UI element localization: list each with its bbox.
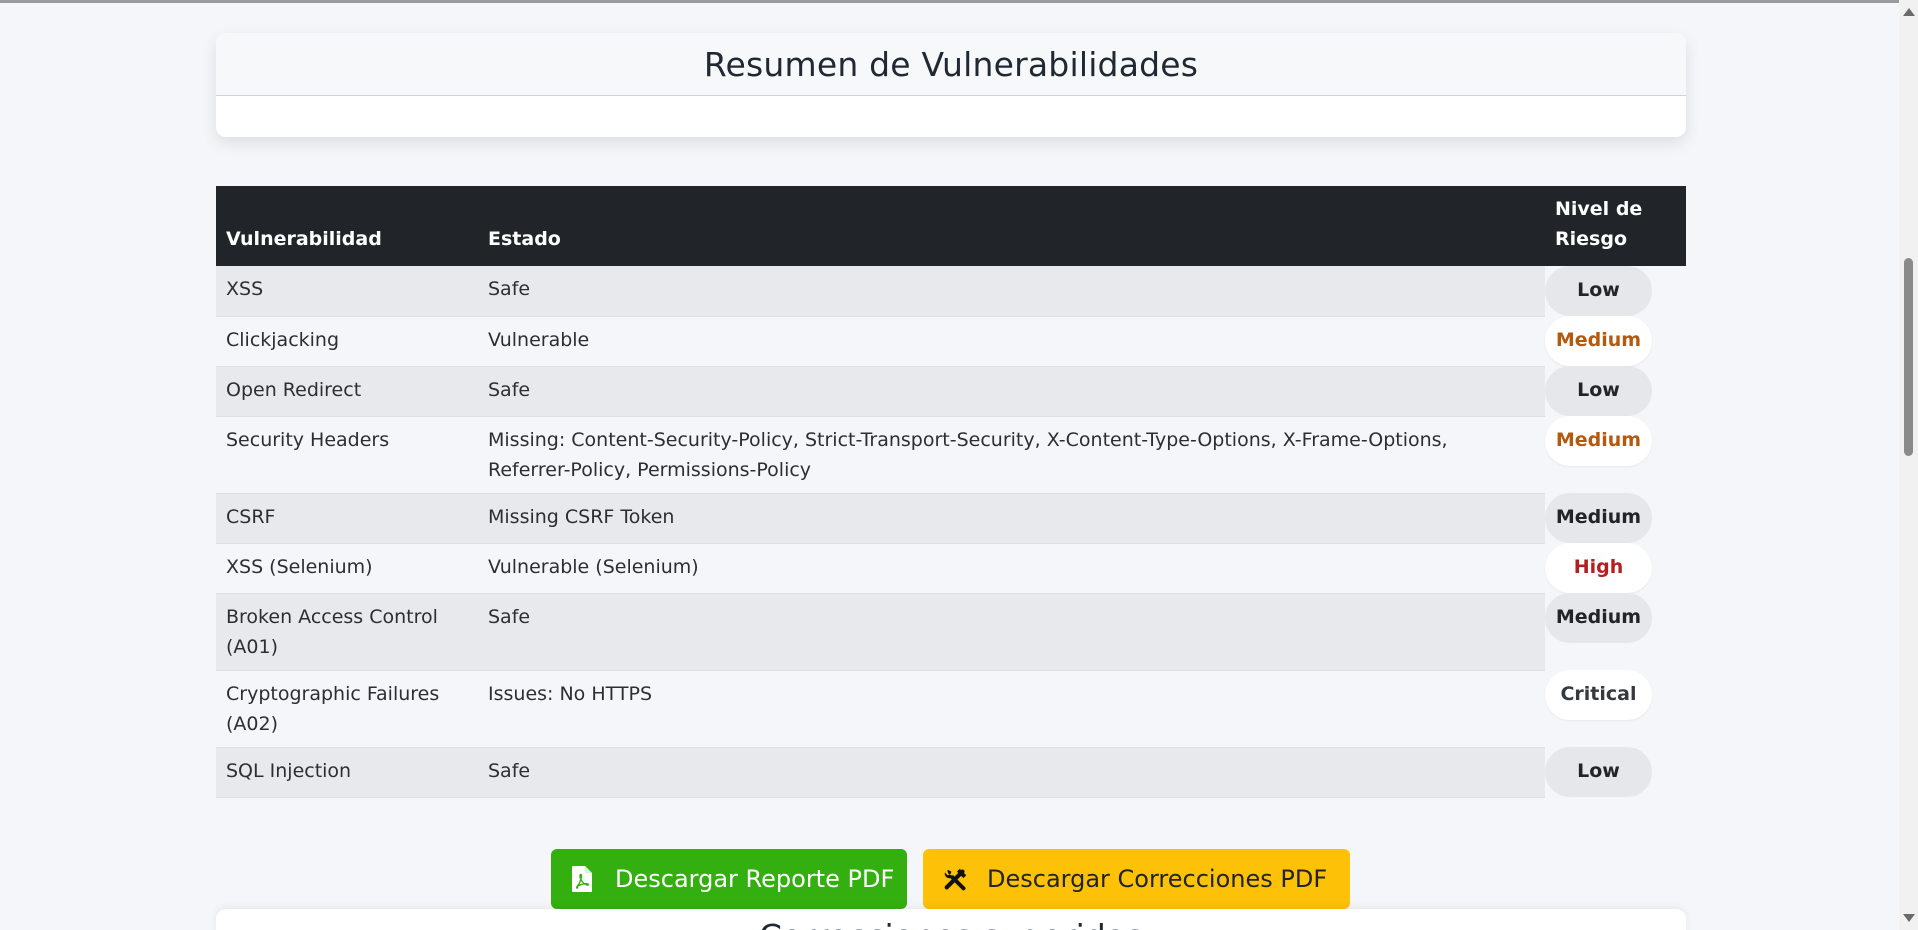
tools-icon bbox=[943, 865, 969, 893]
download-corrections-pdf-button[interactable]: Descargar Correcciones PDF bbox=[923, 849, 1350, 909]
vulnerability-status: Safe bbox=[478, 747, 1545, 798]
summary-card-header: Resumen de Vulnerabilidades bbox=[216, 33, 1686, 96]
download-report-pdf-button[interactable]: Descargar Reporte PDF bbox=[551, 849, 907, 909]
risk-cell: Medium bbox=[1545, 593, 1686, 670]
vulnerability-name: XSS bbox=[216, 266, 478, 317]
vulnerability-status: Vulnerable (Selenium) bbox=[478, 543, 1545, 594]
vulnerability-name: Cryptographic Failures (A02) bbox=[216, 670, 478, 748]
header-estado: Estado bbox=[478, 186, 1545, 266]
corrections-card: Correcciones sugeridas bbox=[216, 909, 1686, 930]
risk-cell: Medium bbox=[1545, 316, 1686, 366]
table-row: XSS (Selenium) Vulnerable (Selenium) High bbox=[216, 543, 1686, 594]
table-row: Cryptographic Failures (A02) Issues: No H… bbox=[216, 670, 1686, 748]
risk-badge: Medium bbox=[1545, 593, 1652, 643]
download-report-pdf-label: Descargar Reporte PDF bbox=[615, 865, 895, 893]
table-header: Vulnerabilidad Estado Nivel de Riesgo bbox=[216, 186, 1686, 266]
vulnerability-status: Vulnerable bbox=[478, 316, 1545, 367]
vertical-scrollbar[interactable] bbox=[1899, 0, 1918, 930]
table-row: SQL Injection Safe Low bbox=[216, 747, 1686, 798]
corrections-title: Correcciones sugeridas bbox=[216, 917, 1686, 930]
vulnerability-name: Clickjacking bbox=[216, 316, 478, 367]
risk-badge: Low bbox=[1545, 747, 1652, 797]
vulnerability-name: CSRF bbox=[216, 493, 478, 544]
risk-badge: Critical bbox=[1545, 670, 1652, 720]
scroll-up-arrow-icon[interactable] bbox=[1903, 8, 1915, 16]
summary-card: Resumen de Vulnerabilidades bbox=[216, 33, 1686, 137]
risk-cell: High bbox=[1545, 543, 1686, 593]
file-pdf-icon bbox=[571, 865, 597, 893]
vulnerability-status: Missing: Content-Security-Policy, Strict… bbox=[478, 416, 1545, 494]
risk-cell: Medium bbox=[1545, 493, 1686, 543]
risk-cell: Low bbox=[1545, 366, 1686, 416]
table-row: XSS Safe Low bbox=[216, 266, 1686, 317]
vulnerabilities-table: Vulnerabilidad Estado Nivel de Riesgo XS… bbox=[216, 186, 1686, 798]
header-vulnerabilidad: Vulnerabilidad bbox=[216, 186, 478, 266]
risk-cell: Critical bbox=[1545, 670, 1686, 747]
risk-cell: Low bbox=[1545, 266, 1686, 316]
vulnerability-status: Missing CSRF Token bbox=[478, 493, 1545, 544]
summary-title: Resumen de Vulnerabilidades bbox=[703, 44, 1199, 84]
scroll-down-arrow-icon[interactable] bbox=[1903, 914, 1915, 922]
risk-badge: Medium bbox=[1545, 493, 1652, 543]
risk-cell: Medium bbox=[1545, 416, 1686, 493]
vulnerability-name: Broken Access Control (A01) bbox=[216, 593, 478, 671]
risk-badge: Medium bbox=[1545, 416, 1652, 466]
risk-badge: High bbox=[1545, 543, 1652, 593]
table-row: Security Headers Missing: Content-Securit… bbox=[216, 416, 1686, 494]
vulnerability-status: Safe bbox=[478, 266, 1545, 317]
risk-badge: Low bbox=[1545, 266, 1652, 316]
risk-badge: Low bbox=[1545, 366, 1652, 416]
vulnerability-name: SQL Injection bbox=[216, 747, 478, 798]
risk-badge: Medium bbox=[1545, 316, 1652, 366]
table-row: CSRF Missing CSRF Token Medium bbox=[216, 493, 1686, 544]
page-content: Resumen de Vulnerabilidades Vulnerabilid… bbox=[0, 3, 1899, 930]
vulnerability-status: Safe bbox=[478, 366, 1545, 417]
table-row: Open Redirect Safe Low bbox=[216, 366, 1686, 417]
table-row: Broken Access Control (A01) Safe Medium bbox=[216, 593, 1686, 671]
vulnerability-name: XSS (Selenium) bbox=[216, 543, 478, 594]
download-corrections-pdf-label: Descargar Correcciones PDF bbox=[987, 865, 1328, 893]
header-nivel-de-riesgo: Nivel de Riesgo bbox=[1545, 186, 1686, 266]
risk-cell: Low bbox=[1545, 747, 1686, 797]
vulnerability-name: Security Headers bbox=[216, 416, 478, 494]
scrollbar-thumb[interactable] bbox=[1904, 258, 1913, 456]
table-row: Clickjacking Vulnerable Medium bbox=[216, 316, 1686, 367]
vulnerability-name: Open Redirect bbox=[216, 366, 478, 417]
vulnerability-status: Issues: No HTTPS bbox=[478, 670, 1545, 748]
vulnerability-status: Safe bbox=[478, 593, 1545, 671]
table-body: XSS Safe Low Clickjacking Vulnerable Medium Op… bbox=[216, 266, 1686, 798]
